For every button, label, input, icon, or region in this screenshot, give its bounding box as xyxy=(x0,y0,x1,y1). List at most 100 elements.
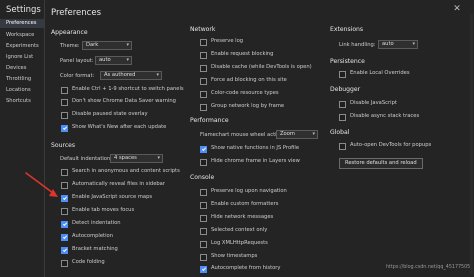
checkbox-row[interactable]: Enable Ctrl + 1-9 shortcut to switch pan… xyxy=(61,86,184,94)
checkbox[interactable] xyxy=(61,259,68,267)
checkbox[interactable] xyxy=(200,64,207,72)
checkbox-row[interactable]: Disable async stack traces xyxy=(339,113,419,121)
settings-sidebar: Settings Preferences Workspace Experimen… xyxy=(0,0,45,277)
checkbox-label: Show native functions in JS Profile xyxy=(211,145,300,152)
checkbox-row[interactable]: Search in anonymous and content scripts xyxy=(61,168,180,176)
checkbox-row[interactable]: Log XMLHttpRequests xyxy=(200,240,268,248)
checkbox-row[interactable]: Group network log by frame xyxy=(200,103,284,111)
theme-select[interactable]: Dark ▾ xyxy=(82,41,132,50)
panel-layout-select[interactable]: auto ▾ xyxy=(95,56,132,65)
checkbox[interactable] xyxy=(200,38,207,46)
checkbox-row[interactable]: Autocompletion xyxy=(61,233,113,241)
checkbox[interactable] xyxy=(200,227,207,235)
sidebar-item-throttling[interactable]: Throttling xyxy=(0,75,44,84)
checkbox-row[interactable]: Automatically reveal files in sidebar xyxy=(61,181,165,189)
checkbox-row[interactable]: Disable JavaScript xyxy=(339,100,397,108)
chevron-down-icon: ▾ xyxy=(126,57,129,63)
checkbox[interactable] xyxy=(61,124,68,132)
default-indentation-select[interactable]: 4 spaces ▾ xyxy=(110,154,163,163)
sidebar-item-workspace[interactable]: Workspace xyxy=(0,31,44,40)
checkbox[interactable] xyxy=(200,201,207,209)
checkbox-row[interactable]: Detect indentation xyxy=(61,220,121,228)
flamechart-select[interactable]: Zoom ▾ xyxy=(276,130,318,139)
checkbox[interactable] xyxy=(61,233,68,241)
restore-defaults-button[interactable]: Restore defaults and reload xyxy=(339,158,423,169)
color-format-select[interactable]: As authored ▾ xyxy=(100,71,162,80)
checkbox[interactable] xyxy=(200,51,207,59)
checkbox-label: Detect indentation xyxy=(72,220,121,227)
section-appearance-title: Appearance xyxy=(51,29,88,36)
checkbox[interactable] xyxy=(200,158,207,166)
checkbox[interactable] xyxy=(200,77,207,85)
checkbox-row[interactable]: Enable Local Overrides xyxy=(339,70,410,78)
checkbox-row[interactable]: Force ad blocking on this site xyxy=(200,77,287,85)
checkbox-row[interactable]: Hide network messages xyxy=(200,214,273,222)
checkbox-label: Search in anonymous and content scripts xyxy=(72,168,180,175)
checkbox[interactable] xyxy=(339,70,346,78)
checkbox[interactable] xyxy=(339,100,346,108)
checkbox[interactable] xyxy=(61,168,68,176)
checkbox[interactable] xyxy=(61,98,68,106)
checkbox-row[interactable]: Don't show Chrome Data Saver warning xyxy=(61,98,176,106)
section-performance-title: Performance xyxy=(190,117,229,124)
checkbox-row[interactable]: Enable tab moves focus xyxy=(61,207,134,215)
checkbox[interactable] xyxy=(200,265,207,273)
checkbox[interactable] xyxy=(339,113,346,121)
checkbox-row[interactable]: Code folding xyxy=(61,259,105,267)
sidebar-item-ignore-list[interactable]: Ignore List xyxy=(0,53,44,62)
page-title: Preferences xyxy=(51,8,101,18)
panel-layout-label: Panel layout: xyxy=(60,58,94,64)
sidebar-item-locations[interactable]: Locations xyxy=(0,86,44,95)
checkbox-row[interactable]: Selected context only xyxy=(200,227,267,235)
checkbox-label: Group network log by frame xyxy=(211,103,285,110)
checkbox[interactable] xyxy=(200,240,207,248)
checkbox[interactable] xyxy=(200,103,207,111)
checkbox-row[interactable]: Auto-open DevTools for popups xyxy=(339,142,431,150)
checkbox[interactable] xyxy=(339,142,346,150)
sidebar-item-shortcuts[interactable]: Shortcuts xyxy=(0,97,44,106)
checkbox-row[interactable]: Preserve log upon navigation xyxy=(200,188,287,196)
checkbox-label: Hide network messages xyxy=(211,214,274,221)
sidebar-item-experiments[interactable]: Experiments xyxy=(0,42,44,51)
checkbox-row[interactable]: Preserve log xyxy=(200,38,243,46)
checkbox[interactable] xyxy=(61,207,68,215)
checkbox[interactable] xyxy=(61,220,68,228)
checkbox-row[interactable]: Color-code resource types xyxy=(200,90,279,98)
section-global-title: Global xyxy=(330,129,350,136)
link-handling-label: Link handling: xyxy=(339,42,376,48)
checkbox-label: Preserve log upon navigation xyxy=(211,188,287,195)
checkbox[interactable] xyxy=(61,181,68,189)
checkbox[interactable] xyxy=(61,194,68,202)
checkbox-row[interactable]: Show What's New after each update xyxy=(61,124,166,132)
scrollbar[interactable] xyxy=(470,14,473,274)
checkbox[interactable] xyxy=(200,188,207,196)
checkbox[interactable] xyxy=(200,90,207,98)
checkbox-row[interactable]: Bracket matching xyxy=(61,246,118,254)
checkbox[interactable] xyxy=(61,111,68,119)
chevron-down-icon: ▾ xyxy=(156,72,159,78)
checkbox-label: Color-code resource types xyxy=(211,90,279,97)
link-handling-select[interactable]: auto ▾ xyxy=(378,40,418,49)
checkbox[interactable] xyxy=(61,246,68,254)
checkbox-label: Enable request blocking xyxy=(211,51,274,58)
checkbox-row[interactable]: Disable cache (while DevTools is open) xyxy=(200,64,312,72)
chevron-down-icon: ▾ xyxy=(126,42,129,48)
sidebar-item-preferences[interactable]: Preferences xyxy=(0,19,44,28)
checkbox-row[interactable]: Enable custom formatters xyxy=(200,201,278,209)
close-icon[interactable]: ✕ xyxy=(452,4,462,14)
checkbox-row[interactable]: Hide chrome frame in Layers view xyxy=(200,158,300,166)
checkbox-row[interactable]: Disable paused state overlay xyxy=(61,111,148,119)
sidebar-item-devices[interactable]: Devices xyxy=(0,64,44,73)
checkbox[interactable] xyxy=(61,86,68,94)
checkbox[interactable] xyxy=(200,214,207,222)
checkbox-row[interactable]: Autocomplete from history xyxy=(200,265,281,273)
watermark-text: https://blog.csdn.net/qq_45177505 xyxy=(386,265,471,270)
checkbox-row[interactable]: Enable request blocking xyxy=(200,51,273,59)
checkbox-row[interactable]: Show timestamps xyxy=(200,253,257,261)
checkbox-label: Preserve log xyxy=(211,38,244,45)
checkbox-row[interactable]: Enable JavaScript source maps xyxy=(61,194,152,202)
checkbox[interactable] xyxy=(200,145,207,153)
checkbox[interactable] xyxy=(200,253,207,261)
checkbox-row[interactable]: Show native functions in JS Profile xyxy=(200,145,299,153)
chevron-down-icon: ▾ xyxy=(412,41,415,47)
